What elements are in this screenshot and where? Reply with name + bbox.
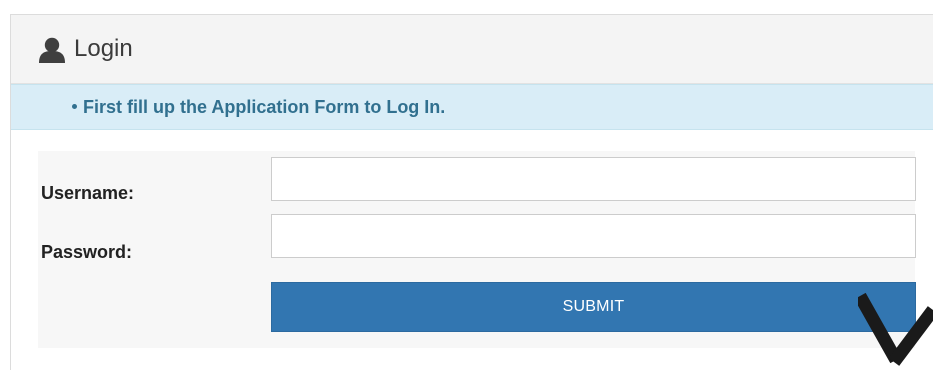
panel-title: Login	[74, 35, 133, 62]
login-form: Username: Password: SUBMIT	[38, 151, 916, 348]
alert-message: First fill up the Application Form to Lo…	[83, 97, 446, 117]
login-panel: Login First fill up the Application Form…	[10, 14, 933, 370]
check-mark-icon	[858, 292, 933, 369]
bullet-icon	[72, 104, 77, 109]
info-alert: First fill up the Application Form to Lo…	[11, 84, 933, 130]
password-input[interactable]	[271, 214, 916, 258]
user-icon	[38, 37, 66, 63]
username-label: Username:	[41, 183, 135, 203]
submit-button[interactable]: SUBMIT	[271, 282, 916, 332]
panel-heading: Login	[11, 15, 933, 84]
username-input[interactable]	[271, 157, 916, 201]
password-label: Password:	[41, 242, 133, 262]
